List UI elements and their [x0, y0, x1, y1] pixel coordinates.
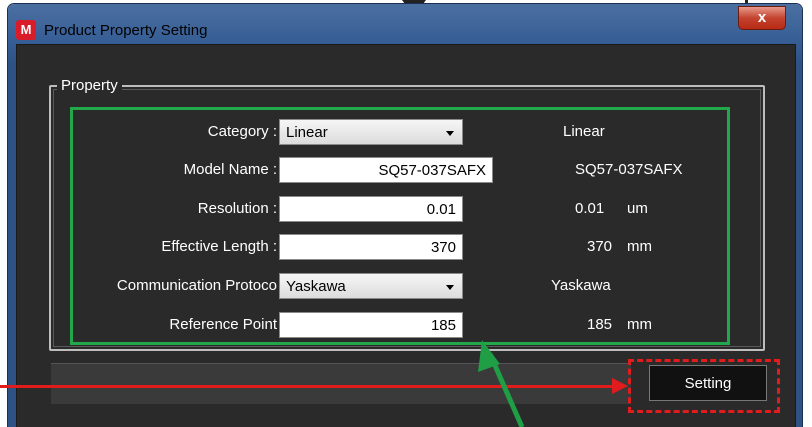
green-arrow-annotation	[478, 340, 525, 427]
